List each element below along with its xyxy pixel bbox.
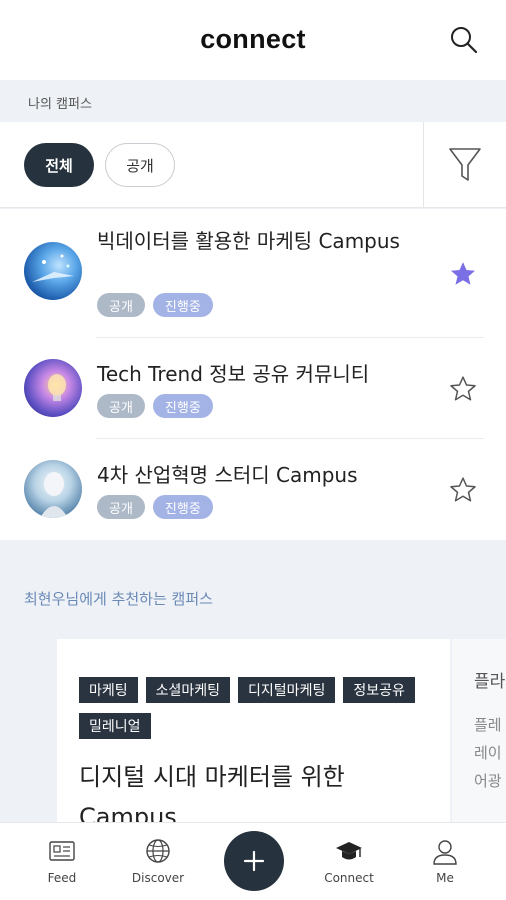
card-description: 플레 레이 어광 <box>474 716 502 790</box>
tab-label: Feed <box>47 871 77 885</box>
funnel-icon[interactable] <box>445 144 485 186</box>
in-progress-badge: 진행중 <box>152 495 213 519</box>
app-header: connect <box>0 0 506 80</box>
divider <box>423 122 424 208</box>
filter-chip-all[interactable]: 전체 <box>24 143 94 187</box>
tab-feed[interactable]: Feed <box>22 837 102 885</box>
app-logo: connect <box>200 24 306 54</box>
tag: 밀레니얼 <box>79 713 151 739</box>
campus-thumbnail <box>24 460 82 518</box>
tag: 정보공유 <box>343 677 415 703</box>
tab-label: Discover <box>131 871 185 885</box>
person-icon <box>433 840 457 865</box>
star-outline-icon[interactable] <box>448 475 478 505</box>
star-filled-icon[interactable] <box>448 259 478 289</box>
tab-label: Connect <box>324 871 374 885</box>
campus-badges: 공개 진행중 <box>97 495 213 519</box>
tag: 소셜마케팅 <box>145 677 231 703</box>
campus-list: 빅데이터를 활용한 마케팅 Campus 공개 진행중 Tech Trend 정… <box>0 209 506 540</box>
in-progress-badge: 진행중 <box>152 394 213 418</box>
search-icon[interactable] <box>448 24 480 56</box>
filter-chip-public[interactable]: 공개 <box>105 143 175 187</box>
tag-list: 마케팅 소셜마케팅 디지털마케팅 정보공유 밀레니얼 <box>79 677 439 739</box>
bottom-tab-bar: Feed Discover Connect Me <box>0 822 506 900</box>
recommended-campus-card[interactable]: 플라 플레 레이 어광 <box>452 639 506 822</box>
tag: 마케팅 <box>79 677 138 703</box>
campus-title: 빅데이터를 활용한 마케팅 Campus <box>97 229 400 253</box>
tab-label: Me <box>436 871 454 885</box>
globe-icon <box>146 839 170 863</box>
campus-badges: 공개 진행중 <box>97 394 213 418</box>
filter-bar: 전체 공개 <box>0 122 506 208</box>
plus-icon <box>243 850 265 872</box>
tab-discover[interactable]: Discover <box>118 837 198 885</box>
in-progress-badge: 진행중 <box>152 293 213 317</box>
campus-title: 4차 산업혁명 스터디 Campus <box>97 463 358 487</box>
star-outline-icon[interactable] <box>448 374 478 404</box>
campus-badges: 공개 진행중 <box>97 293 213 317</box>
graduation-cap-icon <box>336 842 362 860</box>
add-button[interactable] <box>224 831 284 891</box>
campus-thumbnail <box>24 242 82 300</box>
campus-item[interactable]: Tech Trend 정보 공유 커뮤니티 공개 진행중 <box>0 338 506 438</box>
card-title: 디지털 시대 마케터를 위한 Campus <box>79 763 345 822</box>
recommended-campus-card[interactable]: 마케팅 소셜마케팅 디지털마케팅 정보공유 밀레니얼 디지털 시대 마케터를 위… <box>57 639 450 822</box>
feed-icon <box>49 841 75 861</box>
public-badge: 공개 <box>97 495 145 519</box>
campus-thumbnail <box>24 359 82 417</box>
recommended-section: 최현우님에게 추천하는 캠퍼스 마케팅 소셜마케팅 디지털마케팅 정보공유 밀레… <box>0 540 506 822</box>
recommended-label[interactable]: 최현우님에게 추천하는 캠퍼스 <box>24 588 213 609</box>
my-campus-section-label: 나의 캠퍼스 <box>0 80 506 122</box>
tab-connect[interactable]: Connect <box>309 837 389 885</box>
tab-me[interactable]: Me <box>405 837 485 885</box>
public-badge: 공개 <box>97 394 145 418</box>
card-title: 플라 <box>474 672 506 692</box>
public-badge: 공개 <box>97 293 145 317</box>
campus-item[interactable]: 빅데이터를 활용한 마케팅 Campus 공개 진행중 <box>0 209 506 337</box>
campus-item[interactable]: 4차 산업혁명 스터디 Campus 공개 진행중 <box>0 439 506 540</box>
tag: 디지털마케팅 <box>238 677 336 703</box>
campus-title: Tech Trend 정보 공유 커뮤니티 <box>97 362 370 386</box>
